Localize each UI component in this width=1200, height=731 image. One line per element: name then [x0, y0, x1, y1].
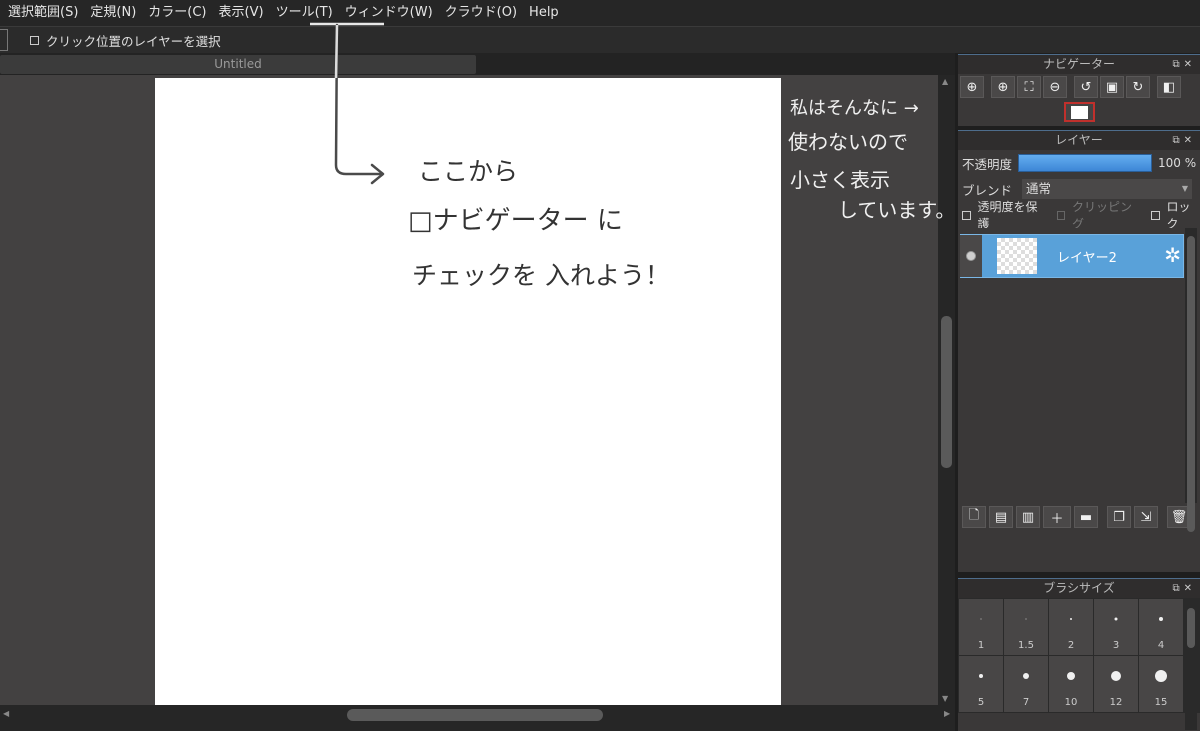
annotation-side-line1: 私はそんなに →: [790, 98, 919, 119]
brush-size-cell[interactable]: 10: [1049, 656, 1093, 712]
brush-size-cell[interactable]: 15: [1139, 656, 1183, 712]
brush-size-grid: 1 1.5 2 3 4 5 7 10 12 15: [958, 598, 1200, 713]
layer-list: レイヤー2 ✲: [958, 228, 1200, 532]
annotation-canvas-line2: □ナビゲーター に: [408, 206, 623, 236]
rotate-right-icon[interactable]: ↻: [1126, 76, 1150, 98]
layer-panel-title: レイヤー: [1055, 133, 1103, 147]
navigator-header: ナビゲーター ⧉✕: [958, 54, 1200, 74]
annotation-canvas-line1: ここから: [418, 157, 519, 186]
lock-label: ロック: [1166, 200, 1191, 231]
layer-visibility-toggle[interactable]: [960, 235, 982, 277]
panel-window-controls[interactable]: ⧉✕: [1172, 55, 1196, 74]
layer-panel: レイヤー ⧉✕ 不透明度 100 % ブレンド 通常 ▼ 透明度を保護 クリッピ…: [958, 130, 1200, 572]
layer-header: レイヤー ⧉✕: [958, 130, 1200, 150]
brush-size-panel: ブラシサイズ ⧉✕ 1 1.5 2 3 4 5 7 10 12 15: [958, 578, 1200, 731]
new-halftone-layer-icon[interactable]: ▤: [989, 506, 1013, 528]
panel-window-controls[interactable]: ⧉✕: [1172, 131, 1196, 150]
layer-thumbnail: [997, 238, 1037, 274]
zoom-fit-icon[interactable]: ⊕: [960, 76, 984, 98]
duplicate-layer-icon[interactable]: ❐: [1107, 506, 1131, 528]
gear-icon[interactable]: ✲: [1164, 243, 1181, 267]
brush-size-cell[interactable]: 12: [1094, 656, 1138, 712]
protect-alpha-checkbox[interactable]: [962, 210, 971, 220]
new-folder-icon[interactable]: ▬: [1074, 506, 1098, 528]
annotation-canvas-line3: チェックを 入れよう！: [412, 261, 670, 290]
blend-mode-select[interactable]: 通常 ▼: [1022, 179, 1193, 199]
opacity-slider[interactable]: [1018, 154, 1153, 172]
brush-size-title: ブラシサイズ: [1043, 581, 1115, 595]
brush-size-header: ブラシサイズ ⧉✕: [958, 578, 1200, 598]
brush-size-cell[interactable]: 3: [1094, 599, 1138, 655]
brush-size-cell[interactable]: 1.5: [1004, 599, 1048, 655]
navigator-panel: ナビゲーター ⧉✕ ⊕ ⊕ ⛶ ⊖ ↺ ▣ ↻ ◧: [958, 54, 1200, 126]
layer-toolbar: 🗋 ▤ ▥ ＋ ▬ ❐ ⇲ 🗑: [958, 503, 1200, 531]
new-layer-icon[interactable]: 🗋: [962, 506, 986, 528]
brush-size-cell[interactable]: 5: [959, 656, 1003, 712]
layer-list-scrollbar[interactable]: [1185, 228, 1197, 532]
layer-row[interactable]: レイヤー2 ✲: [960, 234, 1184, 278]
layer-flags-row: 透明度を保護 クリッピング ロック: [958, 200, 1200, 231]
layer-name: レイヤー2: [1057, 251, 1117, 266]
clipping-checkbox[interactable]: [1056, 210, 1066, 220]
navigator-preview[interactable]: [1064, 102, 1095, 122]
lock-checkbox[interactable]: [1151, 210, 1160, 220]
brush-size-cell[interactable]: 2: [1049, 599, 1093, 655]
brush-list-scrollbar[interactable]: [1185, 600, 1197, 730]
brush-size-cell[interactable]: 4: [1139, 599, 1183, 655]
annotation-side-line2: 使わないので: [788, 130, 908, 154]
zoom-out-icon[interactable]: ⊖: [1043, 76, 1067, 98]
rotate-left-icon[interactable]: ↺: [1074, 76, 1098, 98]
brush-size-cell[interactable]: 7: [1004, 656, 1048, 712]
blend-label: ブレンド: [962, 182, 1013, 198]
annotation-side-line4: しています。: [838, 198, 956, 222]
chevron-down-icon: ▼: [1181, 184, 1189, 193]
reset-view-icon[interactable]: ▣: [1100, 76, 1124, 98]
eye-icon: [966, 251, 976, 261]
protect-alpha-label: 透明度を保護: [977, 200, 1038, 231]
new-1bit-layer-icon[interactable]: ▥: [1016, 506, 1040, 528]
clipping-label: クリッピング: [1072, 200, 1133, 231]
navigator-title: ナビゲーター: [1042, 57, 1115, 71]
flip-icon[interactable]: ◧: [1157, 76, 1181, 98]
zoom-in-icon[interactable]: ⊕: [991, 76, 1015, 98]
add-layer-menu-icon[interactable]: ＋: [1043, 506, 1071, 528]
navigator-toolbar: ⊕ ⊕ ⛶ ⊖ ↺ ▣ ↻ ◧: [958, 74, 1200, 100]
blend-mode-value: 通常: [1026, 181, 1052, 196]
panel-window-controls[interactable]: ⧉✕: [1172, 579, 1196, 598]
opacity-row: 不透明度 100 %: [958, 150, 1200, 176]
opacity-label: 不透明度: [962, 156, 1013, 172]
opacity-value: 100 %: [1158, 156, 1197, 170]
merge-down-icon[interactable]: ⇲: [1134, 506, 1158, 528]
annotation-side-line3: 小さく表示: [790, 168, 890, 192]
fit-window-icon[interactable]: ⛶: [1017, 76, 1041, 98]
brush-size-cell[interactable]: 1: [959, 599, 1003, 655]
